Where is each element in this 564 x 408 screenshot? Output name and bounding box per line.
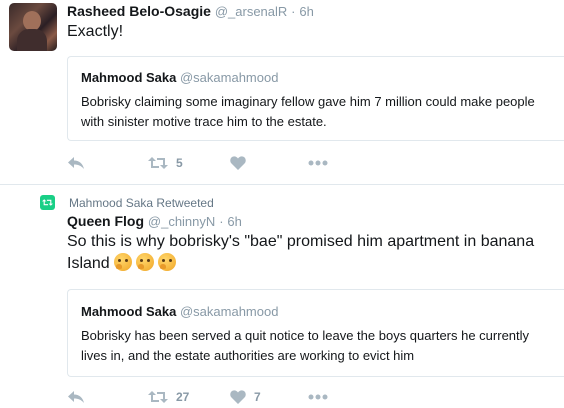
more-button[interactable] xyxy=(308,153,328,173)
tweet-header: Rasheed Belo-Osagie @_arsenalR · 6h xyxy=(67,3,314,19)
avatar[interactable] xyxy=(9,3,57,51)
quoted-author-name: Mahmood Saka xyxy=(81,304,177,319)
heart-icon xyxy=(230,390,246,404)
author-name[interactable]: Rasheed Belo-Osagie xyxy=(67,3,211,19)
like-button[interactable] xyxy=(230,153,246,173)
tweet-2[interactable]: Mahmood Saka Retweeted Queen Flog @_chin… xyxy=(0,185,564,408)
reply-icon xyxy=(68,391,84,403)
timestamp[interactable]: 6h xyxy=(299,4,313,19)
reply-button[interactable] xyxy=(67,387,85,407)
heart-icon xyxy=(230,156,246,170)
more-button[interactable] xyxy=(308,387,328,407)
tweet-1[interactable]: Rasheed Belo-Osagie @_arsenalR · 6h Exac… xyxy=(0,0,564,184)
retweet-button[interactable]: 27 xyxy=(148,387,189,407)
like-count: 7 xyxy=(254,390,261,404)
quoted-author: Mahmood Saka @sakamahmood xyxy=(81,304,278,319)
author-handle[interactable]: @_arsenalR xyxy=(215,4,287,19)
retweeted-by-label: Mahmood Saka Retweeted xyxy=(69,195,214,210)
retweet-badge-icon xyxy=(40,195,55,210)
tweet-text: So this is why bobrisky's "bae" promised… xyxy=(67,231,547,275)
retweet-icon xyxy=(148,157,168,169)
tweet-header: Queen Flog @_chinnyN · 6h xyxy=(67,213,242,229)
quoted-author-handle: @sakamahmood xyxy=(179,70,279,85)
more-dots-icon xyxy=(308,394,328,400)
reply-button[interactable] xyxy=(67,153,85,173)
separator-dot: · xyxy=(291,4,296,19)
retweet-context[interactable]: Mahmood Saka Retweeted xyxy=(40,195,214,210)
retweet-count: 27 xyxy=(176,390,190,404)
separator-dot: · xyxy=(219,214,224,229)
author-handle[interactable]: @_chinnyN xyxy=(148,214,215,229)
quoted-tweet[interactable]: Mahmood Saka @sakamahmood Bobrisky claim… xyxy=(67,56,564,141)
quoted-text: Bobrisky has been served a quit notice t… xyxy=(81,328,530,363)
tweet-text: Exactly! xyxy=(67,23,124,40)
thinking-face-emoji xyxy=(158,253,177,271)
thinking-face-emoji xyxy=(136,253,155,271)
quoted-author-name: Mahmood Saka xyxy=(81,70,177,85)
retweet-button[interactable]: 5 xyxy=(148,153,183,173)
quoted-author: Mahmood Saka @sakamahmood xyxy=(81,70,278,85)
quoted-text: Bobrisky claiming some imaginary fellow … xyxy=(81,94,535,129)
retweet-count: 5 xyxy=(176,156,183,170)
quoted-tweet[interactable]: Mahmood Saka @sakamahmood Bobrisky has b… xyxy=(67,289,564,377)
timestamp[interactable]: 6h xyxy=(227,214,241,229)
retweet-icon xyxy=(148,391,168,403)
thinking-face-emoji xyxy=(114,253,133,271)
author-name[interactable]: Queen Flog xyxy=(67,213,144,229)
reply-icon xyxy=(68,157,84,169)
more-dots-icon xyxy=(308,160,328,166)
like-button[interactable]: 7 xyxy=(230,387,261,407)
quoted-author-handle: @sakamahmood xyxy=(179,304,279,319)
